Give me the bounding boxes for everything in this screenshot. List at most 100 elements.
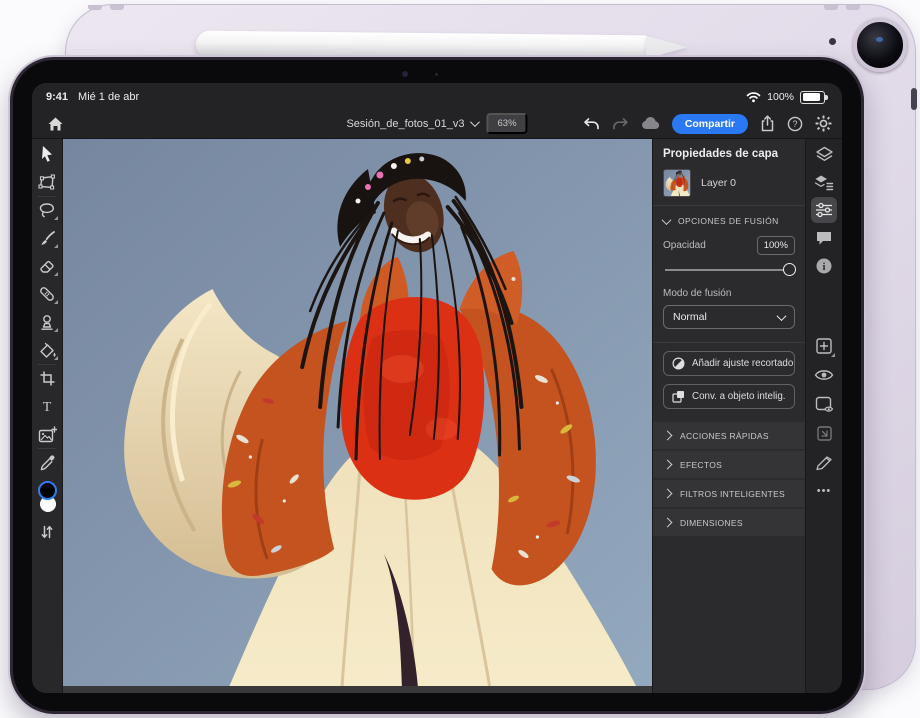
- info-button[interactable]: i: [811, 253, 837, 279]
- opacity-value-field[interactable]: 100%: [757, 236, 795, 255]
- send-to-button[interactable]: [811, 420, 837, 446]
- foreground-color-swatch: [38, 481, 57, 500]
- section-quick-actions[interactable]: ACCIONES RÁPIDAS: [653, 422, 805, 449]
- layer-properties-button[interactable]: [811, 169, 837, 195]
- tool-place-photo-button[interactable]: [34, 422, 60, 446]
- svg-text:T: T: [43, 400, 52, 414]
- tool-type-button[interactable]: T: [34, 394, 60, 418]
- adjustment-icon: [672, 357, 685, 370]
- tool-eyedropper-button[interactable]: [34, 450, 60, 474]
- clip-layer-icon: [815, 454, 834, 471]
- tool-eraser-button[interactable]: [34, 254, 60, 278]
- add-clipped-adjustment-button[interactable]: Añadir ajuste recortado: [663, 351, 795, 376]
- volume-button: [110, 5, 124, 10]
- section-dimensions[interactable]: DIMENSIONES: [653, 509, 805, 536]
- marketing-scene: 9:41 Mié 1 de abr 100% S: [0, 0, 920, 718]
- share-button[interactable]: Compartir: [672, 114, 748, 134]
- section-effects[interactable]: EFECTOS: [653, 451, 805, 478]
- home-button[interactable]: [42, 112, 68, 136]
- convert-smart-object-button[interactable]: Conv. a objeto intelig.: [663, 384, 795, 409]
- workspace: T: [32, 139, 842, 693]
- title-chevron-down-icon: [470, 117, 480, 127]
- tool-rail: T: [32, 139, 63, 693]
- settings-gear-icon[interactable]: [815, 115, 832, 132]
- status-bar: 9:41 Mié 1 de abr 100%: [32, 83, 842, 109]
- layer-thumbnail: [663, 169, 691, 197]
- brush-icon: [39, 230, 56, 247]
- tool-lasso-button[interactable]: [34, 198, 60, 222]
- panel-title: Propiedades de capa: [653, 139, 805, 167]
- top-button: [824, 5, 838, 10]
- more-options-icon: •••: [817, 485, 832, 497]
- camera-lens-glint: [876, 37, 883, 42]
- more-options-button[interactable]: •••: [811, 478, 837, 504]
- help-button[interactable]: ?: [787, 116, 803, 132]
- redo-button[interactable]: [612, 117, 629, 131]
- rear-camera-icon: [853, 18, 907, 72]
- tool-move-button[interactable]: [34, 142, 60, 166]
- cloud-sync-icon: [641, 117, 660, 130]
- document-canvas[interactable]: [63, 139, 652, 693]
- tool-crop-button[interactable]: [34, 366, 60, 390]
- tool-clone-stamp-button[interactable]: [34, 310, 60, 334]
- side-button: [911, 88, 917, 110]
- layer-name: Layer 0: [701, 177, 736, 189]
- blend-options-header[interactable]: OPCIONES DE FUSIÓN: [653, 206, 805, 234]
- blend-mode-label: Modo de fusión: [653, 278, 805, 305]
- eyedropper-icon: [39, 454, 56, 471]
- blend-mode-dropdown[interactable]: Normal: [663, 305, 795, 329]
- wifi-icon: [746, 91, 761, 103]
- crop-icon: [39, 370, 56, 387]
- document-title[interactable]: Sesión_de_fotos_01_v3: [346, 118, 478, 130]
- zoom-level-badge[interactable]: 63%: [487, 113, 528, 134]
- layer-row[interactable]: Layer 0: [653, 167, 805, 205]
- place-photo-icon: [38, 426, 57, 443]
- layer-mask-icon: [815, 396, 834, 413]
- layer-properties-icon: [814, 173, 834, 191]
- section-smart-filters[interactable]: FILTROS INTELIGENTES: [653, 480, 805, 507]
- comments-icon: [815, 229, 833, 247]
- chevron-right-icon: [663, 460, 673, 470]
- layers-panel-button[interactable]: [811, 141, 837, 167]
- tool-fill-button[interactable]: [34, 338, 60, 362]
- right-icon-rail: i: [805, 139, 842, 693]
- opacity-label: Opacidad: [663, 240, 706, 251]
- layers-icon: [815, 145, 834, 164]
- chevron-down-icon: [662, 215, 672, 225]
- share-export-icon[interactable]: [760, 115, 775, 132]
- swap-colors-icon: [40, 524, 54, 540]
- app-screen: 9:41 Mié 1 de abr 100% S: [32, 83, 842, 693]
- properties-panel-button[interactable]: [811, 197, 837, 223]
- status-time: 9:41: [46, 91, 68, 103]
- layer-mask-button[interactable]: [811, 391, 837, 417]
- opacity-slider[interactable]: [665, 263, 793, 276]
- info-icon: i: [815, 257, 833, 275]
- clip-layer-button[interactable]: [811, 449, 837, 475]
- volume-button: [88, 5, 102, 10]
- opacity-row: Opacidad 100%: [663, 236, 795, 255]
- battery-icon: [800, 91, 825, 104]
- front-sensor-dot: [435, 73, 438, 76]
- transform-icon: [38, 174, 56, 190]
- swap-colors-button[interactable]: [34, 520, 60, 544]
- undo-button[interactable]: [583, 117, 600, 131]
- svg-text:i: i: [823, 262, 826, 273]
- tool-brush-button[interactable]: [34, 226, 60, 250]
- add-layer-button[interactable]: [811, 333, 837, 359]
- status-date: Mié 1 de abr: [78, 91, 139, 103]
- layer-properties-panel: Propiedades de capa Layer 0 OPCIONES DE …: [652, 139, 805, 693]
- foreground-background-colors[interactable]: [34, 480, 60, 516]
- photo-document[interactable]: [63, 139, 652, 686]
- app-top-bar: Sesión_de_fotos_01_v3 63% Compart: [32, 109, 842, 139]
- slider-knob[interactable]: [783, 263, 796, 276]
- move-icon: [39, 145, 55, 163]
- tool-healing-brush-button[interactable]: [34, 282, 60, 306]
- tool-transform-button[interactable]: [34, 170, 60, 194]
- comments-button[interactable]: [811, 225, 837, 251]
- divider: [653, 342, 805, 343]
- rear-microphone: [829, 38, 836, 45]
- slider-track: [665, 269, 793, 271]
- layer-visibility-button[interactable]: [811, 362, 837, 388]
- send-to-icon: [816, 425, 833, 442]
- top-button: [846, 5, 860, 10]
